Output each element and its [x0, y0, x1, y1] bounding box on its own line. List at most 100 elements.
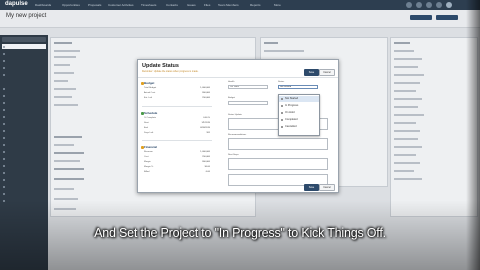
nav-item[interactable]: Opportunities — [62, 3, 80, 7]
help-icon[interactable] — [426, 2, 432, 8]
sidebar-item[interactable] — [2, 100, 46, 105]
nav-item[interactable]: Customer Activities — [108, 3, 134, 7]
search-icon[interactable] — [406, 2, 412, 8]
notifications-icon[interactable] — [416, 2, 422, 8]
field-label: Margin — [144, 161, 151, 163]
item-icon — [3, 115, 5, 118]
field-label: Est. Left — [144, 97, 153, 99]
dialog-subtitle: Reminder: Update the status when progres… — [142, 70, 199, 73]
sidebar-item[interactable] — [2, 65, 46, 70]
option-label: Not Started — [285, 97, 299, 100]
sidebar-item[interactable] — [2, 114, 46, 119]
item-icon — [3, 108, 5, 111]
status-select[interactable]: Not Started — [278, 85, 318, 89]
sidebar-item[interactable] — [2, 51, 46, 56]
divider — [142, 106, 212, 107]
sidebar-item[interactable] — [2, 44, 46, 49]
sidebar-item[interactable] — [2, 107, 46, 112]
field-label — [54, 80, 68, 82]
budget-input[interactable] — [228, 101, 268, 105]
nav-item[interactable]: More — [274, 3, 281, 7]
field-label — [54, 188, 74, 190]
field-label: Start — [144, 122, 149, 124]
field-label — [394, 106, 418, 108]
item-icon — [3, 178, 5, 181]
field-label — [394, 74, 424, 76]
nav-item[interactable]: Timesheets — [141, 3, 156, 7]
cancel-button[interactable]: Cancel — [319, 69, 335, 76]
nav-item[interactable]: Files — [204, 3, 210, 7]
sidebar-item[interactable] — [2, 149, 46, 154]
field-label: Billed — [144, 171, 150, 173]
page-title: My new project — [6, 13, 47, 19]
app-logo[interactable]: dapulse — [5, 1, 28, 7]
item-icon — [3, 101, 5, 104]
field-label — [54, 136, 82, 138]
save-button-bottom[interactable]: Save — [304, 184, 319, 191]
field-value: 0.00 % — [203, 117, 210, 119]
status-option[interactable]: In Progress — [279, 103, 319, 109]
cancel-button-bottom[interactable]: Cancel — [319, 184, 335, 191]
field-label — [54, 178, 84, 180]
item-icon — [3, 45, 5, 48]
sidebar-item[interactable] — [2, 72, 46, 77]
field-label — [394, 146, 422, 148]
field-label — [394, 122, 416, 124]
panel-heading — [394, 42, 410, 44]
field-value: 300,000 — [202, 92, 210, 94]
avatar[interactable] — [446, 2, 452, 8]
save-button[interactable]: Save — [304, 69, 319, 76]
sidebar-item[interactable] — [2, 156, 46, 161]
radio-icon — [280, 97, 283, 100]
item-icon — [3, 129, 5, 132]
field-value: 1,000,000 — [200, 87, 210, 89]
field-label — [394, 154, 416, 156]
sidebar-item[interactable] — [2, 93, 46, 98]
nav-item[interactable]: Dashboards — [35, 3, 51, 7]
nav-item[interactable]: Reports — [250, 3, 261, 7]
sidebar-item[interactable] — [2, 191, 46, 196]
sidebar-item[interactable] — [2, 184, 46, 189]
header-action-button[interactable] — [410, 15, 432, 20]
field-value: 1/1/2015 — [201, 122, 210, 124]
next-steps-textarea[interactable] — [228, 158, 328, 170]
item-icon — [3, 192, 5, 195]
settings-icon[interactable] — [436, 2, 442, 8]
sidebar-item[interactable] — [2, 58, 46, 63]
sidebar-item[interactable] — [2, 163, 46, 168]
field-value: 700,000 — [202, 97, 210, 99]
radio-icon — [280, 125, 283, 128]
nav-item[interactable]: Team Members — [218, 3, 239, 7]
item-icon — [3, 73, 5, 76]
field-label: Total Budget — [144, 87, 157, 89]
status-option[interactable]: Cancelled — [279, 124, 319, 130]
sidebar-item[interactable] — [2, 86, 46, 91]
sidebar-item[interactable] — [2, 121, 46, 126]
recommendations-textarea[interactable] — [228, 138, 328, 150]
header-action-button[interactable] — [436, 15, 458, 20]
field-value: 700,000 — [202, 156, 210, 158]
sidebar-item[interactable] — [2, 135, 46, 140]
item-icon — [3, 136, 5, 139]
item-icon — [3, 185, 5, 188]
sidebar-item[interactable] — [2, 170, 46, 175]
health-select[interactable]: On Track — [228, 85, 268, 89]
status-option[interactable]: On Hold — [279, 110, 319, 116]
item-icon — [3, 66, 5, 69]
nav-item[interactable]: Contacts — [166, 3, 178, 7]
status-option[interactable]: Completed — [279, 117, 319, 123]
field-label: Recommendations — [228, 134, 247, 136]
nav-item[interactable]: Proposals — [88, 3, 101, 7]
nav-item[interactable]: Issues — [187, 3, 196, 7]
sidebar-item[interactable] — [2, 142, 46, 147]
sidebar-search-input[interactable] — [2, 37, 46, 42]
field-label — [54, 64, 70, 66]
status-option[interactable]: Not Started — [279, 96, 319, 102]
sidebar-item[interactable] — [2, 177, 46, 182]
status-dropdown-menu: Not Started In Progress On Hold Complete… — [278, 94, 320, 136]
field-label — [394, 130, 420, 132]
sidebar-item[interactable] — [2, 128, 46, 133]
field-label — [54, 56, 76, 58]
field-label: Revenue — [144, 151, 153, 153]
field-label — [394, 50, 414, 52]
